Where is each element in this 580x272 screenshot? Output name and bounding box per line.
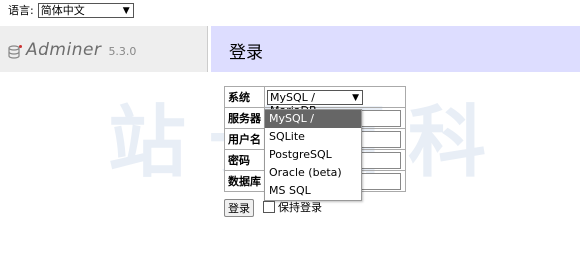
app-name: Adminer: [26, 40, 102, 60]
language-select[interactable]: 简体中文 ▼: [37, 2, 134, 18]
system-option-mysql[interactable]: MySQL / MariaDB: [265, 110, 361, 143]
language-bar: 语言: 简体中文 ▼: [8, 2, 134, 18]
sidebar-menu: Adminer 5.3.0: [0, 26, 208, 72]
system-option-mssql[interactable]: MS SQL: [265, 182, 361, 200]
remember-checkbox[interactable]: [263, 201, 275, 213]
form-row-system: 系统 MySQL / MariaDB ▼: [224, 86, 406, 117]
remember-login[interactable]: 保持登录: [263, 199, 322, 215]
page-header: 登录: [211, 26, 580, 72]
system-option-postgresql[interactable]: PostgreSQL: [265, 146, 361, 164]
remember-label: 保持登录: [278, 201, 322, 214]
login-button[interactable]: 登录: [224, 199, 254, 217]
system-select[interactable]: MySQL / MariaDB ▼: [267, 89, 363, 117]
database-label: 数据库: [224, 170, 265, 192]
chevron-down-icon: ▼: [352, 92, 359, 103]
database-icon: [8, 45, 22, 59]
language-label: 语言:: [8, 4, 34, 17]
system-dropdown: MySQL / MariaDB SQLite PostgreSQL Oracle…: [264, 109, 362, 201]
chevron-down-icon: ▼: [122, 5, 130, 16]
system-label: 系统: [224, 86, 265, 108]
password-label: 密码: [224, 149, 265, 171]
language-select-value: 简体中文: [40, 3, 85, 17]
username-label: 用户名: [224, 128, 265, 150]
page-title: 登录: [229, 43, 263, 63]
system-option-oracle[interactable]: Oracle (beta): [265, 164, 361, 182]
app-version: 5.3.0: [108, 45, 137, 58]
app-logo[interactable]: Adminer 5.3.0: [7, 40, 136, 60]
server-label: 服务器: [224, 107, 265, 129]
